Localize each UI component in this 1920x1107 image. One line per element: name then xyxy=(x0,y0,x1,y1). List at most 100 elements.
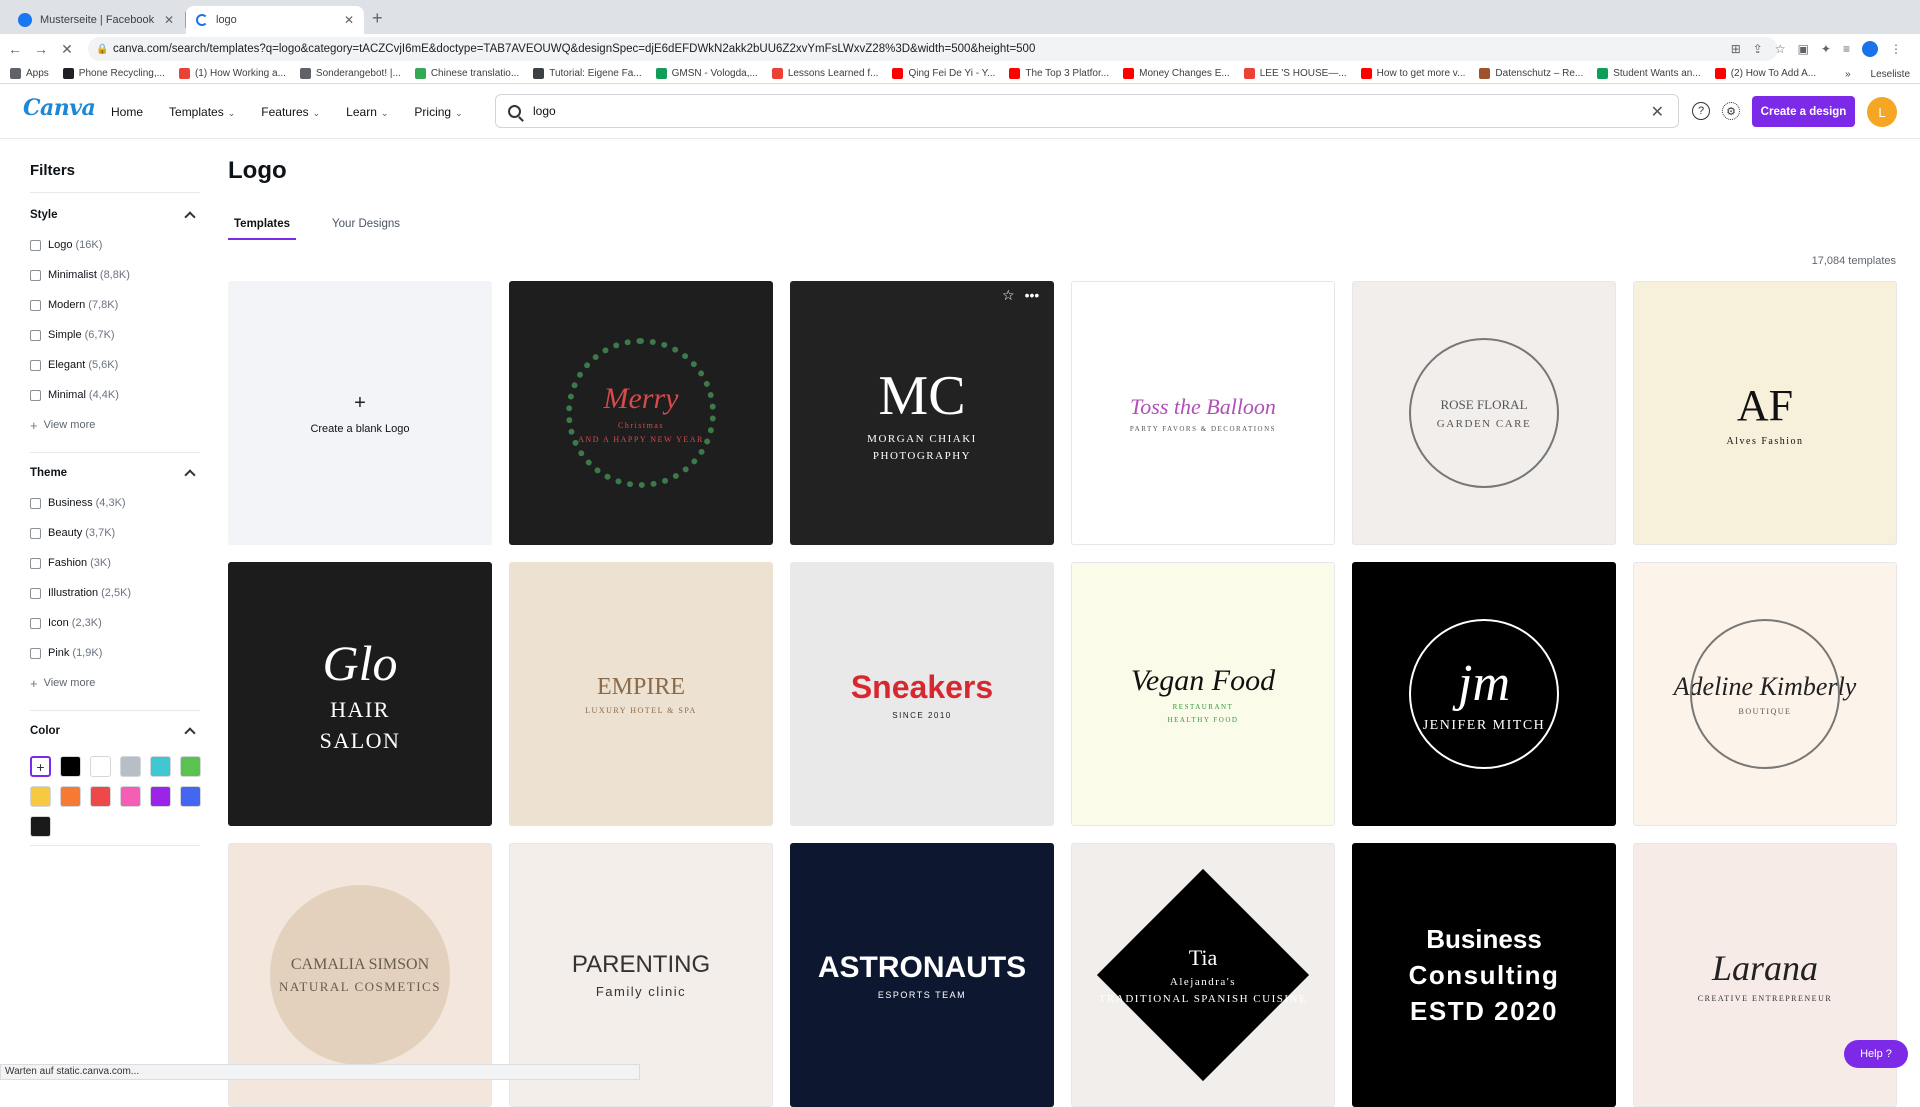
checkbox[interactable] xyxy=(30,359,41,371)
bookmark-item[interactable]: Phone Recycling,... xyxy=(62,68,165,79)
bookmark-item[interactable]: Datenschutz – Re... xyxy=(1479,68,1583,79)
color-swatch[interactable] xyxy=(180,756,201,777)
color-swatch[interactable] xyxy=(60,756,81,777)
checkbox[interactable] xyxy=(30,587,41,599)
checkbox[interactable] xyxy=(30,497,41,509)
filter-option-icon[interactable]: Icon (2,3K) xyxy=(30,608,200,638)
profile-icon[interactable] xyxy=(1862,41,1878,57)
checkbox[interactable] xyxy=(30,329,41,341)
bookmark-item[interactable]: Chinese translatio... xyxy=(414,68,519,79)
bookmark-item[interactable]: Tutorial: Eigene Fa... xyxy=(533,68,642,79)
view-more-style[interactable]: + View more xyxy=(30,410,200,440)
bookmark-item[interactable]: LEE 'S HOUSE—... xyxy=(1243,68,1347,79)
forward-icon[interactable]: → xyxy=(30,41,52,57)
canva-logo[interactable]: Canva xyxy=(23,95,96,121)
clear-search-icon[interactable]: ✕ xyxy=(1651,102,1664,122)
search-input[interactable]: logo ✕ xyxy=(495,94,1679,128)
template-card[interactable]: ASTRONAUTS ESPORTS TEAM xyxy=(790,843,1054,1107)
tab-templates[interactable]: Templates xyxy=(228,214,297,240)
more-options-icon[interactable]: ••• xyxy=(1025,287,1040,304)
bookmark-item[interactable]: Sonderangebot! |... xyxy=(299,68,401,79)
puzzle-icon[interactable]: ✦ xyxy=(1821,42,1831,56)
template-card[interactable]: Toss the Balloon PARTY FAVORS & DECORATIO… xyxy=(1071,281,1335,545)
template-card[interactable]: Adeline Kimberly BOUTIQUE xyxy=(1633,562,1897,826)
bookmark-item[interactable]: GMSN - Vologda,... xyxy=(655,68,758,79)
filter-option-illustration[interactable]: Illustration (2,5K) xyxy=(30,578,200,608)
menu-icon[interactable]: ⋮ xyxy=(1890,42,1902,56)
filter-option-beauty[interactable]: Beauty (3,7K) xyxy=(30,518,200,548)
color-swatch[interactable] xyxy=(120,786,141,807)
bookmark-item[interactable]: Money Changes E... xyxy=(1123,68,1230,79)
bookmark-item[interactable]: Student Wants an... xyxy=(1597,68,1701,79)
address-bar[interactable]: 🔒 canva.com/search/templates?q=logo&cate… xyxy=(88,37,1778,61)
template-card[interactable]: Sneakers SINCE 2010 xyxy=(790,562,1054,826)
filter-option-business[interactable]: Business (4,3K) xyxy=(30,488,200,518)
back-icon[interactable]: ← xyxy=(4,41,26,57)
filter-option-elegant[interactable]: Elegant (5,6K) xyxy=(30,350,200,380)
nav-learn[interactable]: Learn ⌄ xyxy=(346,105,388,119)
create-blank-card[interactable]: + Create a blank Logo xyxy=(228,281,492,545)
template-card[interactable]: AF Alves Fashion xyxy=(1633,281,1897,545)
media-icon[interactable]: ≡ xyxy=(1843,42,1850,56)
help-circle-icon[interactable]: ? xyxy=(1692,102,1710,120)
filter-option-fashion[interactable]: Fashion (3K) xyxy=(30,548,200,578)
bookmark-item[interactable]: Apps xyxy=(10,68,49,79)
translate-icon[interactable]: ⊞ xyxy=(1731,42,1741,56)
template-card[interactable]: Tia Alejandra's TRADITIONAL SPANISH CUISIN… xyxy=(1071,843,1335,1107)
template-card[interactable]: Business Consulting ESTD 2020 xyxy=(1352,843,1616,1107)
tab-your-designs[interactable]: Your Designs xyxy=(326,214,406,240)
filter-option-pink[interactable]: Pink (1,9K) xyxy=(30,638,200,668)
help-button[interactable]: Help ? xyxy=(1844,1040,1908,1068)
checkbox[interactable] xyxy=(30,647,41,659)
template-card[interactable]: Vegan Food RESTAURANT HEALTHY FOOD xyxy=(1071,562,1335,826)
filter-option-minimalist[interactable]: Minimalist (8,8K) xyxy=(30,260,200,290)
star-icon[interactable]: ☆ xyxy=(1002,287,1015,304)
color-swatch[interactable] xyxy=(90,786,111,807)
nav-pricing[interactable]: Pricing ⌄ xyxy=(414,105,462,119)
view-more-theme[interactable]: + View more xyxy=(30,668,200,698)
nav-templates[interactable]: Templates ⌄ xyxy=(169,105,235,119)
color-swatch[interactable] xyxy=(180,786,201,807)
color-swatch[interactable] xyxy=(30,786,51,807)
bookmark-item[interactable]: Qing Fei De Yi - Y... xyxy=(892,68,995,79)
nav-features[interactable]: Features ⌄ xyxy=(261,105,320,119)
bookmark-item[interactable]: (1) How Working a... xyxy=(178,68,286,79)
color-swatch[interactable] xyxy=(150,756,171,777)
template-card[interactable]: EMPIRE LUXURY HOTEL & SPA xyxy=(509,562,773,826)
browser-tab-logo[interactable]: logo ✕ xyxy=(186,6,364,34)
new-tab-icon[interactable]: + xyxy=(372,8,383,29)
color-swatch[interactable] xyxy=(30,816,51,837)
color-swatch[interactable] xyxy=(150,786,171,807)
bookmark-item[interactable]: The Top 3 Platfor... xyxy=(1009,68,1109,79)
checkbox[interactable] xyxy=(30,269,41,281)
bookmark-star-icon[interactable]: ☆ xyxy=(1775,42,1786,56)
create-design-button[interactable]: Create a design xyxy=(1752,96,1855,127)
template-card[interactable]: ROSE FLORAL GARDEN CARE xyxy=(1352,281,1616,545)
filter-option-logo[interactable]: Logo (16K) xyxy=(30,230,200,260)
bookmark-item[interactable]: How to get more v... xyxy=(1360,68,1465,79)
nav-home[interactable]: Home xyxy=(111,105,143,119)
gear-icon[interactable]: ⚙ xyxy=(1722,102,1740,120)
theme-section-header[interactable]: Theme xyxy=(30,464,200,482)
template-card[interactable]: Merry Christmas AND A HAPPY NEW YEAR xyxy=(509,281,773,545)
template-card[interactable]: MC MORGAN CHIAKI PHOTOGRAPHY xyxy=(790,281,1054,545)
browser-tab-facebook[interactable]: Musterseite | Facebook ✕ xyxy=(8,6,184,34)
share-icon[interactable]: ⇪ xyxy=(1753,42,1763,56)
color-swatch[interactable] xyxy=(60,786,81,807)
avatar[interactable]: L xyxy=(1867,97,1897,127)
checkbox[interactable] xyxy=(30,527,41,539)
color-swatch[interactable] xyxy=(120,756,141,777)
bookmark-item[interactable]: (2) How To Add A... xyxy=(1714,68,1816,79)
add-color-icon[interactable]: + xyxy=(30,756,51,777)
style-section-header[interactable]: Style xyxy=(30,206,200,224)
color-section-header[interactable]: Color xyxy=(30,722,200,740)
filter-option-simple[interactable]: Simple (6,7K) xyxy=(30,320,200,350)
bookmark-item[interactable]: Lessons Learned f... xyxy=(771,68,878,79)
stop-loading-icon[interactable]: ✕ xyxy=(56,41,78,58)
reading-list[interactable]: Leseliste xyxy=(1871,69,1910,80)
template-card[interactable]: jm JENIFER MITCH xyxy=(1352,562,1616,826)
checkbox[interactable] xyxy=(30,299,41,311)
filter-option-minimal[interactable]: Minimal (4,4K) xyxy=(30,380,200,410)
color-swatch[interactable] xyxy=(90,756,111,777)
checkbox[interactable] xyxy=(30,239,41,251)
